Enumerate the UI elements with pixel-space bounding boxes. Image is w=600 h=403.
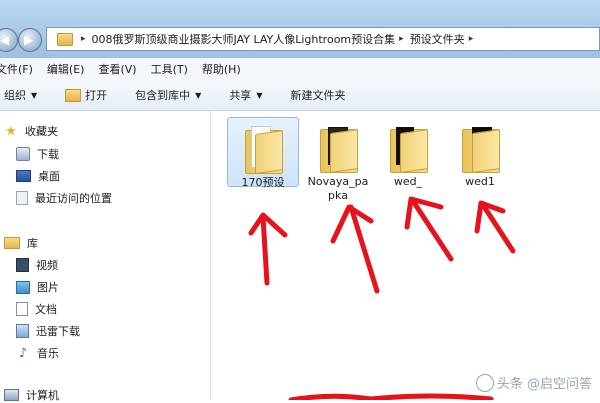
folder-item-novaya[interactable]: Novaya_papka: [303, 117, 373, 205]
watermark: 头条 @启空问答: [475, 373, 592, 392]
new-folder-label: 新建文件夹: [290, 89, 346, 102]
folder-label: 170预设: [241, 176, 285, 189]
video-icon: [16, 258, 29, 272]
sidebar-group-label: 计算机: [26, 389, 59, 402]
menu-help[interactable]: 帮助(H): [202, 61, 241, 77]
sidebar-item-label: 图片: [37, 281, 59, 294]
share-label: 共享: [229, 89, 252, 102]
library-icon: [4, 237, 20, 249]
sidebar-item-label: 视频: [36, 259, 58, 272]
watermark-text: 头条 @启空问答: [496, 377, 592, 392]
sidebar-item-desktop[interactable]: 桌面: [16, 168, 60, 184]
sidebar-item-pictures[interactable]: 图片: [16, 279, 59, 295]
sidebar-item-videos[interactable]: 视频: [16, 257, 58, 273]
sidebar-item-xunlei[interactable]: 迅雷下载: [16, 323, 80, 339]
open-button[interactable]: 打开: [65, 87, 107, 103]
folder-label: wed1: [465, 175, 495, 188]
file-list[interactable]: 170预设 Novaya_papka wed_ wed1: [211, 111, 600, 400]
folder-item-wed1[interactable]: wed1: [445, 117, 515, 191]
share-button[interactable]: 共享 ▼: [229, 87, 262, 103]
sidebar-group-computer[interactable]: 计算机: [4, 387, 59, 403]
breadcrumb-parent[interactable]: 008俄罗斯顶级商业摄影大师JAY LAY人像Lightroom预设合集: [92, 31, 396, 47]
document-icon: [16, 302, 28, 316]
folder-item-wed[interactable]: wed_: [373, 117, 443, 191]
recent-places-icon: [16, 191, 28, 205]
navigation-pane: ★ 收藏夹 下载 桌面 最近访问的位置 库 视频 图片 文档 迅雷下载 ♪ 音乐…: [0, 111, 211, 403]
menu-view[interactable]: 查看(V): [98, 61, 136, 77]
folder-icon: [320, 125, 358, 173]
sidebar-group-label: 库: [27, 237, 38, 250]
sidebar-group-favorites[interactable]: ★ 收藏夹: [4, 123, 58, 139]
sidebar-item-label: 文档: [35, 303, 57, 316]
sidebar-item-label: 最近访问的位置: [35, 192, 112, 205]
folder-icon: [245, 126, 283, 174]
breadcrumb-separator: ▸: [399, 34, 404, 44]
address-bar[interactable]: ▸ 008俄罗斯顶级商业摄影大师JAY LAY人像Lightroom预设合集 ▸…: [46, 27, 600, 51]
include-in-library-label: 包含到库中: [135, 89, 191, 102]
watermark-logo-icon: [475, 373, 494, 392]
folder-label: wed_: [393, 175, 423, 188]
menu-tools[interactable]: 工具(T): [151, 61, 188, 77]
title-bar: ◀ ▶ ▸ 008俄罗斯顶级商业摄影大师JAY LAY人像Lightroom预设…: [0, 0, 600, 58]
command-toolbar: 组织 ▼ 打开 包含到库中 ▼ 共享 ▼ 新建文件夹: [0, 80, 600, 111]
sidebar-item-label: 迅雷下载: [36, 325, 80, 338]
sidebar-item-recent[interactable]: 最近访问的位置: [16, 190, 112, 206]
chevron-down-icon: ▼: [256, 90, 263, 100]
sidebar-item-label: 下载: [37, 148, 59, 161]
desktop-icon: [16, 170, 31, 182]
menu-edit[interactable]: 编辑(E): [47, 61, 85, 77]
sidebar-item-label: 音乐: [37, 347, 59, 360]
chevron-down-icon: ▼: [31, 90, 38, 100]
folder-item-170[interactable]: 170预设: [227, 117, 299, 189]
breadcrumb-separator: ▸: [81, 34, 86, 44]
organize-button[interactable]: 组织 ▼: [4, 87, 37, 103]
sidebar-item-documents[interactable]: 文档: [16, 301, 57, 317]
chevron-down-icon: ▼: [195, 90, 202, 100]
xunlei-download-icon: [16, 324, 29, 338]
folder-label: Novaya_papka: [307, 175, 369, 202]
include-in-library-button[interactable]: 包含到库中 ▼: [135, 87, 201, 103]
breadcrumb-current[interactable]: 预设文件夹: [410, 31, 465, 47]
folder-icon: [57, 32, 73, 46]
menu-bar: 文件(F) 编辑(E) 查看(V) 工具(T) 帮助(H): [0, 58, 600, 81]
forward-arrow-icon: ▶: [24, 33, 34, 47]
open-label: 打开: [85, 89, 108, 102]
download-icon: [16, 147, 30, 161]
music-icon: ♪: [18, 345, 28, 361]
organize-label: 组织: [4, 89, 26, 102]
sidebar-group-label: 收藏夹: [25, 125, 58, 138]
new-folder-button[interactable]: 新建文件夹: [290, 87, 345, 103]
sidebar-item-downloads[interactable]: 下载: [16, 146, 59, 162]
star-icon: ★: [5, 123, 17, 139]
open-folder-icon: [65, 88, 82, 102]
breadcrumb-separator[interactable]: ▸: [469, 34, 474, 44]
picture-icon: [16, 280, 30, 294]
back-arrow-icon: ◀: [0, 33, 10, 47]
folder-icon: [462, 125, 500, 173]
computer-icon: [4, 389, 19, 401]
sidebar-item-music[interactable]: ♪ 音乐: [16, 345, 59, 361]
back-button[interactable]: ◀: [0, 28, 18, 52]
menu-file[interactable]: 文件(F): [0, 61, 33, 77]
forward-button[interactable]: ▶: [18, 28, 42, 52]
sidebar-group-libraries[interactable]: 库: [4, 235, 38, 251]
folder-icon: [390, 125, 428, 173]
sidebar-item-label: 桌面: [38, 170, 60, 183]
